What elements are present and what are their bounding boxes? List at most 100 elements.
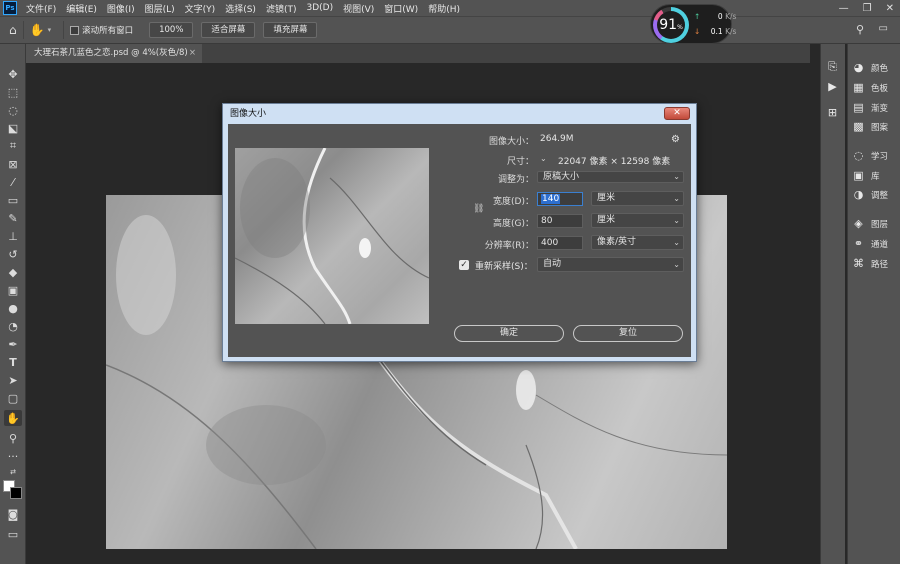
rectangle-tool-icon[interactable]: ▢: [4, 390, 22, 406]
play-action-icon[interactable]: ▶: [826, 80, 839, 93]
fit-screen-button[interactable]: 适合屏幕: [201, 22, 256, 38]
pattern-icon: ▩: [853, 120, 864, 133]
menu-3d[interactable]: 3D(D): [301, 3, 338, 13]
reset-button[interactable]: 复位: [573, 325, 683, 342]
layers-icon: ◈: [854, 217, 863, 230]
document-tab[interactable]: 大理石茶几蓝色之恋.psd @ 4%(灰色/8) ×: [26, 44, 202, 63]
adjust-icon: ◑: [853, 188, 864, 201]
screen-mode-icon[interactable]: ▭: [4, 526, 22, 542]
upload-speed: ↑ 0 K/s: [694, 12, 737, 21]
brush-tool-icon[interactable]: ✎: [4, 210, 22, 226]
eraser-tool-icon[interactable]: ◆: [4, 264, 22, 280]
menu-image[interactable]: 图像(I): [102, 2, 140, 15]
history-icon[interactable]: ⎘: [826, 60, 839, 73]
gear-icon[interactable]: ⚙: [671, 134, 680, 145]
divider: [22, 21, 24, 39]
close-tab-icon[interactable]: ×: [189, 44, 196, 63]
panel-layers[interactable]: ◈ 图层: [852, 217, 888, 230]
crop-tool-icon[interactable]: ⌗: [4, 138, 22, 154]
restore-icon[interactable]: ❐: [863, 3, 872, 14]
marquee-tool-icon[interactable]: ⬚: [4, 84, 22, 100]
move-tool-icon[interactable]: ✥: [4, 66, 22, 82]
panel-adjustments[interactable]: ◑ 调整: [852, 188, 888, 201]
panel-learn[interactable]: ◌ 学习: [852, 149, 888, 162]
lasso-tool-icon[interactable]: ◌: [4, 102, 22, 118]
height-label: 高度(G)：: [493, 219, 534, 229]
path-select-tool-icon[interactable]: ➤: [4, 372, 22, 388]
resample-checkbox[interactable]: ✓: [459, 260, 469, 270]
hand-tool-icon[interactable]: ✋: [30, 23, 45, 37]
healing-tool-icon[interactable]: ▭: [4, 192, 22, 208]
scroll-all-checkbox[interactable]: [70, 25, 80, 35]
quick-mask-icon[interactable]: ◙: [4, 506, 22, 522]
more-tools-icon[interactable]: ···: [4, 448, 22, 464]
height-input[interactable]: 80: [537, 214, 583, 228]
pen-tool-icon[interactable]: ✒: [4, 336, 22, 352]
chevron-down-icon[interactable]: ⌄: [540, 154, 547, 163]
panel-library[interactable]: ▣ 库: [852, 169, 879, 182]
home-icon[interactable]: ⌂: [9, 23, 17, 37]
close-icon[interactable]: ✕: [886, 3, 894, 14]
photoshop-logo: Ps: [3, 1, 17, 15]
panel-strip: ⎘ ▶ ⊞: [820, 44, 845, 564]
menu-help[interactable]: 帮助(H): [423, 2, 465, 15]
ok-button[interactable]: 确定: [454, 325, 564, 342]
swap-colors-icon[interactable]: ⇄: [4, 464, 22, 480]
resample-label: 重新采样(S)：: [475, 262, 533, 272]
width-input[interactable]: 140: [537, 192, 583, 206]
menu-edit[interactable]: 编辑(E): [61, 2, 102, 15]
panel-color[interactable]: ◕ 颜色: [852, 61, 888, 74]
minimize-icon[interactable]: —: [839, 3, 849, 14]
dialog-body: 图像大小： 264.9M ⚙ 尺寸： ⌄ 22047 像素 × 12598 像素…: [228, 124, 691, 357]
window-controls: — ❐ ✕: [839, 0, 894, 16]
menu-select[interactable]: 选择(S): [220, 2, 261, 15]
menu-layer[interactable]: 图层(L): [140, 2, 180, 15]
width-unit-select[interactable]: 厘米 ⌄: [591, 191, 684, 206]
dimensions-value: 22047 像素 × 12598 像素: [558, 157, 671, 167]
frame-tool-icon[interactable]: ⊠: [4, 156, 22, 172]
hand-tool-icon[interactable]: ✋: [4, 410, 22, 426]
learn-icon: ◌: [853, 149, 864, 162]
panel-channels[interactable]: ⚭ 通道: [852, 237, 888, 250]
stamp-tool-icon[interactable]: ⊥: [4, 228, 22, 244]
image-preview[interactable]: [235, 148, 429, 324]
dodge-tool-icon[interactable]: ◔: [4, 318, 22, 334]
resample-method-select[interactable]: 自动 ⌄: [537, 257, 684, 272]
height-unit-select[interactable]: 厘米 ⌄: [591, 213, 684, 228]
menu-bar: Ps 文件(F) 编辑(E) 图像(I) 图层(L) 文字(Y) 选择(S) 滤…: [0, 0, 900, 16]
background-color-swatch[interactable]: [10, 487, 22, 499]
fit-to-select[interactable]: 原稿大小 ⌄: [537, 171, 684, 183]
scroll-all-label: 滚动所有窗口: [82, 26, 134, 36]
chevron-down-icon[interactable]: ▾: [48, 26, 52, 34]
properties-icon[interactable]: ⊞: [826, 106, 839, 119]
blur-tool-icon[interactable]: ●: [4, 300, 22, 316]
panel-gradient[interactable]: ▤ 渐变: [852, 101, 888, 114]
history-brush-icon[interactable]: ↺: [4, 246, 22, 262]
panel-pattern[interactable]: ▩ 图案: [852, 120, 888, 133]
quick-select-tool-icon[interactable]: ⬕: [4, 120, 22, 136]
resolution-unit-select[interactable]: 像素/英寸 ⌄: [591, 235, 684, 250]
image-size-dialog: 图像大小 ✕ 图像大小： 264.9M ⚙ 尺寸： ⌄ 22047 像素 × 1…: [222, 103, 697, 362]
tools-panel: ✥ ⬚ ◌ ⬕ ⌗ ⊠ ⁄ ▭ ✎ ⊥ ↺ ◆ ▣ ● ◔ ✒ T ➤ ▢ ✋ …: [0, 44, 26, 564]
menu-type[interactable]: 文字(Y): [180, 2, 221, 15]
menu-window[interactable]: 窗口(W): [379, 2, 423, 15]
resolution-input[interactable]: 400: [537, 236, 583, 250]
workspace-icon[interactable]: ▭: [879, 23, 888, 34]
menu-filter[interactable]: 滤镜(T): [261, 2, 302, 15]
dialog-close-button[interactable]: ✕: [664, 107, 690, 120]
menu-view[interactable]: 视图(V): [338, 2, 379, 15]
zoom-100-button[interactable]: 100%: [149, 22, 194, 38]
document-tab-bar: 大理石茶几蓝色之恋.psd @ 4%(灰色/8) ×: [26, 44, 810, 63]
divider: [63, 21, 65, 39]
type-tool-icon[interactable]: T: [4, 354, 22, 370]
search-icon[interactable]: ⚲: [856, 23, 864, 36]
gradient-tool-icon[interactable]: ▣: [4, 282, 22, 298]
menu-file[interactable]: 文件(F): [21, 2, 61, 15]
panel-swatches[interactable]: ▦ 色板: [852, 81, 888, 94]
width-label: 宽度(D)：: [493, 197, 534, 207]
eyedropper-tool-icon[interactable]: ⁄: [4, 174, 22, 190]
zoom-tool-icon[interactable]: ⚲: [4, 430, 22, 446]
panel-paths[interactable]: ⌘ 路径: [852, 257, 888, 270]
palette-icon: ◕: [853, 61, 864, 74]
fill-screen-button[interactable]: 填充屏幕: [263, 22, 318, 38]
